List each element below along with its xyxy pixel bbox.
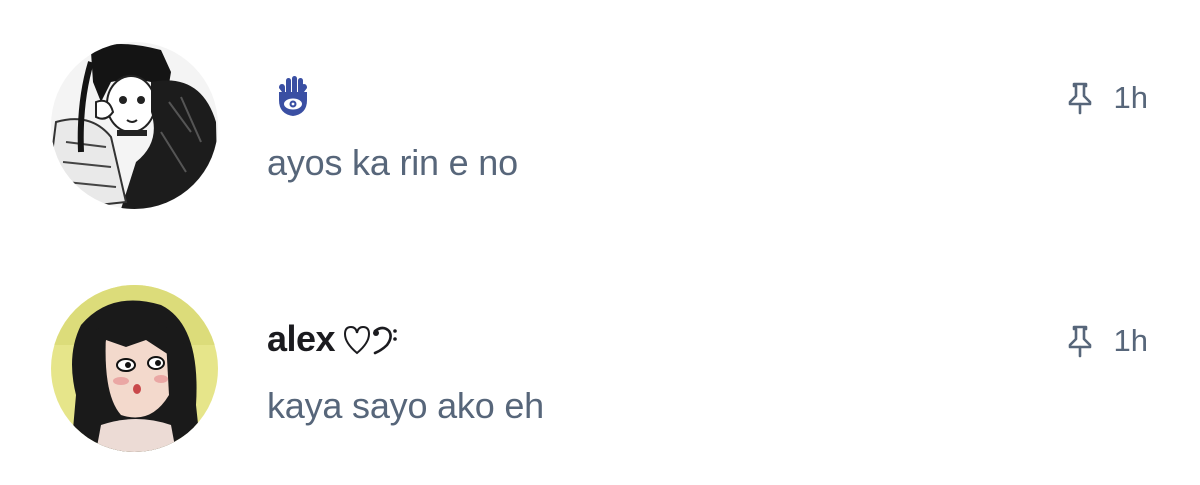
avatar[interactable] [51,285,218,452]
comment-item: ayos ka rin e no 1h [0,42,1200,222]
comment-header [267,72,313,120]
comment-text: ayos ka rin e no [267,142,518,183]
timestamp: 1h [1113,80,1148,115]
comment-item: alex kaya sayo ako eh 1h [0,285,1200,465]
username[interactable]: alex [267,318,336,360]
comment-header: alex [267,315,399,363]
drawn-girl-avatar-image [51,285,218,452]
hamsa-icon [273,74,313,118]
comment-meta: 1h [1066,323,1148,359]
pin-icon[interactable] [1066,81,1094,115]
comment-text: kaya sayo ako eh [267,385,544,426]
manga-style-avatar-image [51,42,218,209]
timestamp: 1h [1113,323,1148,358]
pin-icon[interactable] [1066,324,1094,358]
avatar[interactable] [51,42,218,209]
heart-bass-clef-icon [341,319,399,359]
comment-meta: 1h [1066,80,1148,116]
